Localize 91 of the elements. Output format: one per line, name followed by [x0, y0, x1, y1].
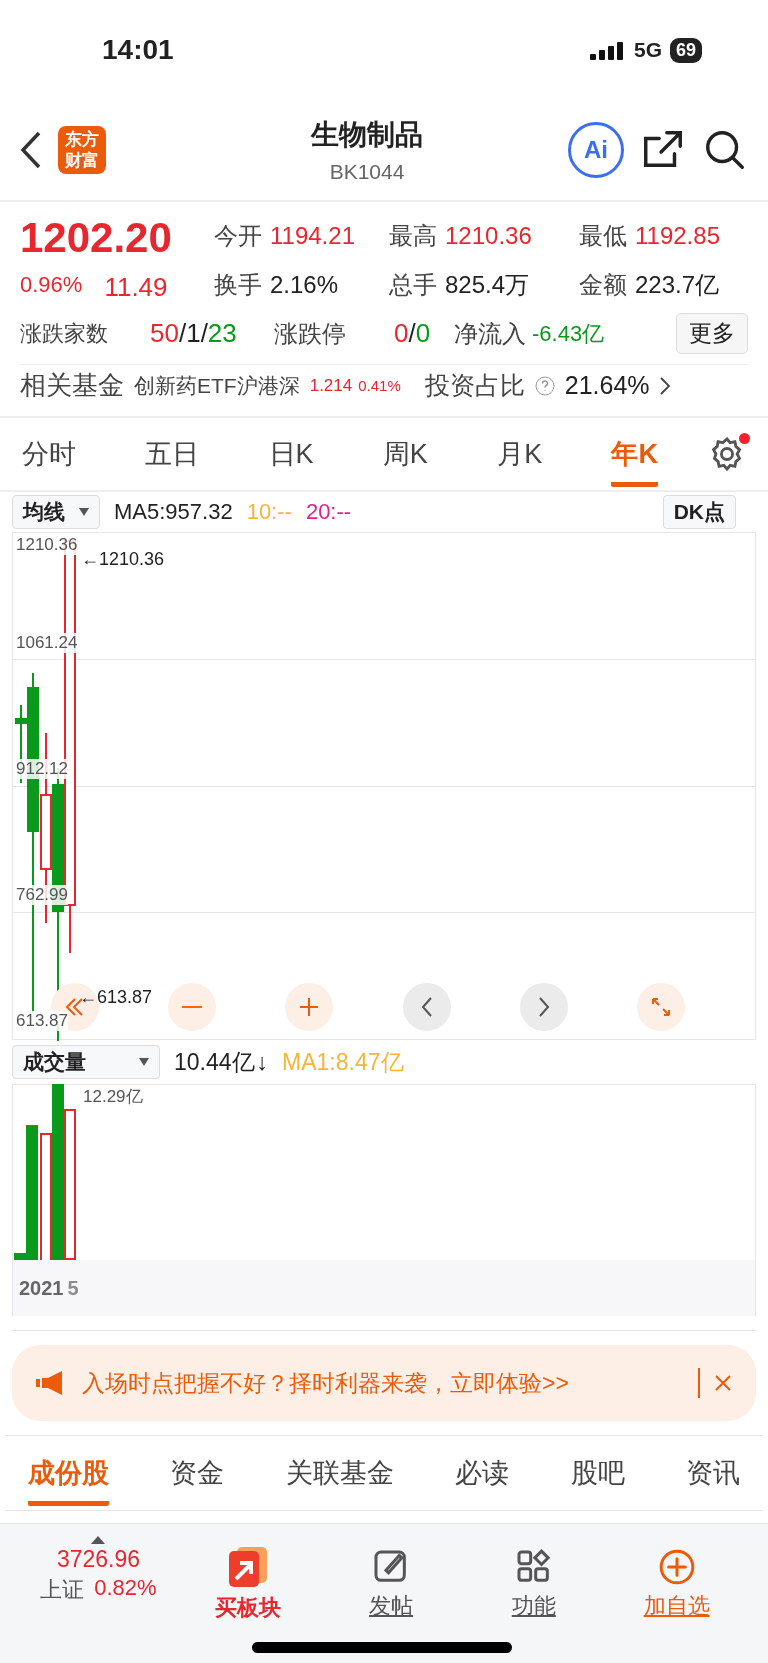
volume-ma-value: MA1:8.47亿 [282, 1047, 404, 1077]
limit-down-count: 0 [415, 318, 431, 349]
stat-value: 1192.85 [635, 221, 720, 250]
indicator-selector[interactable]: 成交量 [12, 1045, 160, 1079]
content-tab[interactable]: 必读 [455, 1440, 510, 1506]
content-tab[interactable]: 成份股 [28, 1440, 109, 1506]
back-icon[interactable] [20, 131, 42, 169]
ratio-label: 投资占比 [424, 370, 525, 401]
zoom-in-button[interactable] [285, 983, 334, 1031]
flat-count: 1 [186, 318, 201, 349]
volume-value: 10.44亿 [174, 1047, 255, 1077]
stat-value: 825.4万 [445, 270, 530, 301]
content-tab[interactable]: 资讯 [685, 1440, 740, 1506]
fund-percent: 0.41% [358, 377, 401, 394]
stat-label: 最低 [579, 220, 627, 251]
price-axis-label: 613.87 [16, 1011, 68, 1031]
price-axis-label: 912.12 [16, 759, 68, 779]
fund-name[interactable]: 创新药ETF沪港深 [134, 371, 300, 400]
price-axis-label: 1061.24 [16, 633, 78, 653]
help-icon[interactable] [534, 375, 555, 396]
change-percent: 0.96% [20, 272, 83, 299]
down-count: 23 [207, 318, 237, 349]
ma10-value: 10:-- [246, 499, 292, 525]
indicator-selector[interactable]: 均线 [12, 495, 100, 529]
content-tab[interactable]: 关联基金 [285, 1440, 394, 1506]
index-value: 3726.96 [56, 1546, 141, 1573]
ratio-value: 21.64% [564, 371, 650, 400]
content-tab[interactable]: 资金 [170, 1440, 225, 1506]
up-count: 50 [150, 318, 179, 349]
stat-label: 换手 [214, 270, 262, 301]
high-price-marker: ←1210.36 [81, 549, 165, 570]
dk-button[interactable]: DK点 [662, 495, 736, 529]
fund-label: 相关基金 [20, 369, 124, 402]
separator: / [200, 318, 208, 349]
period-tab[interactable]: 年K [611, 421, 658, 487]
ma5-value: MA5:957.32 [114, 499, 233, 525]
period-tab[interactable]: 五日 [145, 421, 200, 487]
previous-button[interactable] [402, 983, 451, 1031]
stat-value: 1210.36 [445, 221, 532, 250]
inflow-value: -6.43亿 [532, 319, 605, 348]
fullscreen-button[interactable] [636, 983, 685, 1031]
sector-code: BK1044 [329, 160, 405, 184]
low-price-marker: ←613.87 [79, 987, 153, 1008]
axis-tick-label: 5 [67, 1276, 79, 1300]
price-axis-label: 1210.36 [16, 535, 78, 555]
app-logo: 东方财富 [58, 126, 106, 174]
change-value: 11.49 [104, 272, 168, 303]
limit-up-count: 0 [394, 318, 409, 349]
toolbar-button[interactable]: 功能 [462, 1536, 606, 1632]
dropdown-caret-icon [139, 1058, 149, 1066]
breadth-label: 涨跌家数 [20, 319, 109, 348]
inflow-label: 净流入 [454, 318, 526, 349]
clock: 14:01 [102, 34, 174, 66]
stat-label: 今开 [214, 220, 262, 251]
period-tab[interactable]: 日K [268, 421, 314, 487]
sector-title: 生物制品 [311, 118, 423, 152]
index-percent: 0.82% [94, 1575, 157, 1602]
stat-value: 1194.21 [270, 221, 355, 250]
signal-icon [589, 40, 626, 60]
separator: / [178, 318, 187, 349]
up-triangle-icon [91, 1536, 106, 1544]
down-arrow: ↓ [256, 1048, 269, 1076]
index-name: 上证 [40, 1576, 85, 1604]
stat-value: 2.16% [270, 271, 339, 300]
next-button[interactable] [519, 983, 568, 1031]
period-tab[interactable]: 分时 [22, 421, 76, 487]
fund-price: 1.214 [309, 375, 353, 396]
year-label: 2021 [19, 1276, 64, 1300]
network-label: 5G [633, 38, 662, 62]
content-tab[interactable]: 股吧 [570, 1440, 625, 1506]
toolbar-button[interactable]: 买板块 [176, 1536, 320, 1632]
stat-label: 最高 [389, 220, 437, 251]
dropdown-caret-icon [79, 508, 89, 516]
minus-icon [181, 1006, 204, 1008]
toolbar-button[interactable]: 发帖 [319, 1536, 463, 1632]
chevron-right-icon[interactable] [659, 375, 670, 396]
price-axis-label: 762.99 [16, 885, 68, 905]
stat-value: 223.7亿 [635, 270, 720, 301]
close-icon[interactable] [714, 1374, 732, 1392]
period-tab[interactable]: 月K [497, 421, 543, 487]
ma20-value: 20:-- [305, 499, 352, 525]
volume-axis-label: 12.29亿 [83, 1085, 143, 1108]
ai-button[interactable]: Ai [568, 122, 624, 178]
stat-label: 总手 [389, 270, 437, 301]
battery-level: 69 [669, 37, 702, 63]
separator: / [408, 318, 416, 349]
more-button[interactable]: 更多 [676, 313, 748, 354]
period-tab[interactable]: 周K [382, 421, 428, 487]
stat-label: 金额 [579, 270, 627, 301]
last-price: 1202.20 [20, 214, 172, 261]
limit-label: 涨跌停 [274, 318, 347, 349]
